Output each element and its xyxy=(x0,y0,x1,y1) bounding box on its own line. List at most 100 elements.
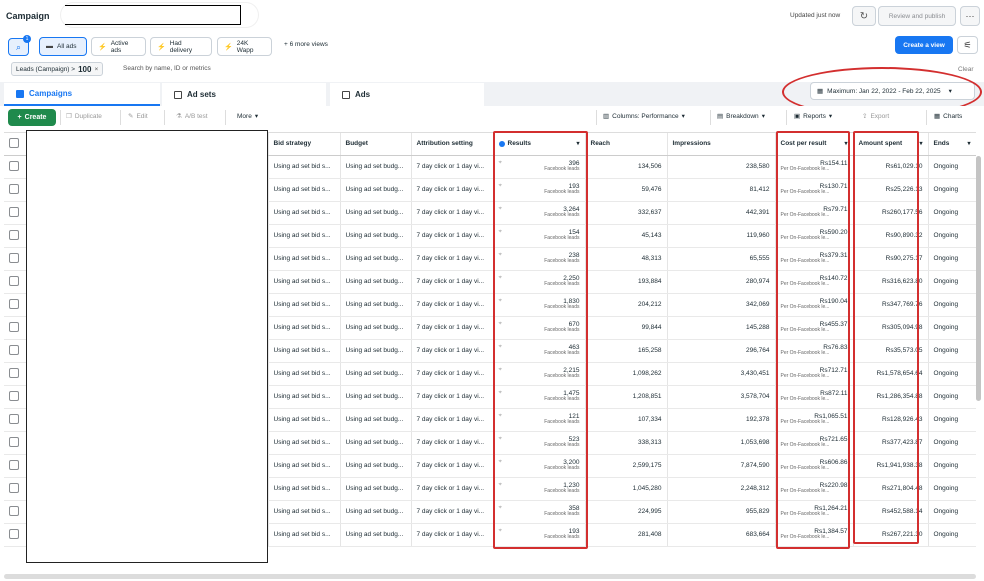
ad-set-icon xyxy=(174,90,182,99)
row-checkbox[interactable] xyxy=(9,482,19,493)
row-checkbox[interactable] xyxy=(9,252,19,263)
bid-strategy-header[interactable]: Bid strategy xyxy=(268,133,341,156)
copy-icon: ❐ xyxy=(66,113,72,120)
row-checkbox[interactable] xyxy=(9,505,19,516)
row-select-cell[interactable] xyxy=(4,201,27,225)
row-select-cell[interactable] xyxy=(4,523,27,547)
row-checkbox[interactable] xyxy=(9,367,19,378)
reach-cell: 281,408 xyxy=(585,523,668,547)
ad-icon xyxy=(342,90,350,99)
tab-ad-sets[interactable]: Ad sets xyxy=(162,83,326,106)
row-select-cell[interactable] xyxy=(4,362,27,386)
ends-cell: Ongoing xyxy=(928,155,976,179)
view-active-ads[interactable]: ⚡ Active ads xyxy=(91,37,146,56)
view-all-ads[interactable]: ▬ All ads xyxy=(39,37,87,56)
impressions-header[interactable]: Impressions xyxy=(667,133,776,156)
search-input[interactable]: Search by name, ID or metrics xyxy=(123,65,211,72)
close-icon[interactable]: × xyxy=(94,66,98,73)
clear-filters-link[interactable]: Clear xyxy=(958,66,974,73)
row-select-cell[interactable] xyxy=(4,247,27,271)
row-checkbox[interactable] xyxy=(9,206,19,217)
export-button[interactable]: ⇪ Export xyxy=(862,112,889,121)
create-button[interactable]: + Create xyxy=(8,109,56,126)
ends-cell: Ongoing xyxy=(928,339,976,363)
row-select-cell[interactable] xyxy=(4,454,27,478)
impressions-cell: 3,578,704 xyxy=(667,385,776,409)
attribution-cell: 7 day click or 1 day vi... xyxy=(411,431,494,455)
row-select-cell[interactable] xyxy=(4,500,27,524)
chevron-down-icon: ▾ xyxy=(681,113,685,120)
columns-dropdown[interactable]: ▥ Columns: Performance ▾ xyxy=(603,112,685,121)
row-checkbox[interactable] xyxy=(9,413,19,424)
row-checkbox[interactable] xyxy=(9,229,19,240)
row-checkbox[interactable] xyxy=(9,183,19,194)
charts-button[interactable]: ▦ Charts xyxy=(934,112,962,121)
row-select-cell[interactable] xyxy=(4,339,27,363)
attribution-header[interactable]: Attribution setting xyxy=(411,133,494,156)
row-checkbox[interactable] xyxy=(9,298,19,309)
impressions-cell: 296,764 xyxy=(667,339,776,363)
view-24k-wapp[interactable]: ⚡ 24K Wapp xyxy=(217,37,272,56)
filter-tag[interactable]: Leads (Campaign) > 100 × xyxy=(11,62,104,76)
create-view-button[interactable]: Create a view xyxy=(895,36,953,54)
horizontal-scrollbar[interactable] xyxy=(4,574,976,579)
row-checkbox[interactable] xyxy=(9,160,19,171)
reach-cell: 338,313 xyxy=(585,431,668,455)
reach-cell: 332,637 xyxy=(585,201,668,225)
ends-header[interactable]: Ends ▾ xyxy=(928,133,976,156)
attribution-cell: 7 day click or 1 day vi... xyxy=(411,454,494,478)
ab-test-button[interactable]: ⚗ A/B test xyxy=(176,112,208,121)
more-views-link[interactable]: + 6 more views xyxy=(284,41,328,48)
row-select-cell[interactable] xyxy=(4,155,27,179)
reach-header[interactable]: Reach xyxy=(585,133,668,156)
divider xyxy=(164,110,165,125)
ab-test-label: A/B test xyxy=(184,112,208,120)
view-settings-button[interactable]: ⚟ xyxy=(957,36,978,54)
refresh-button[interactable]: ↻ xyxy=(852,6,876,26)
review-publish-button[interactable]: Review and publish xyxy=(878,6,956,26)
budget-cell: Using ad set budg... xyxy=(340,178,412,202)
breakdown-dropdown[interactable]: ▤ Breakdown ▾ xyxy=(717,112,765,121)
select-all-checkbox[interactable] xyxy=(9,137,19,148)
bid-strategy-cell: Using ad set bid s... xyxy=(268,408,341,432)
row-select-cell[interactable] xyxy=(4,408,27,432)
row-select-cell[interactable] xyxy=(4,270,27,294)
tab-campaigns[interactable]: Campaigns xyxy=(4,83,160,106)
bid-strategy-cell: Using ad set bid s... xyxy=(268,339,341,363)
more-options-button[interactable]: ··· xyxy=(960,6,980,26)
duplicate-button[interactable]: ❐ Duplicate xyxy=(66,112,102,121)
row-checkbox[interactable] xyxy=(9,436,19,447)
row-checkbox[interactable] xyxy=(9,321,19,332)
search-filter-count-badge: 1 xyxy=(23,35,31,43)
ends-cell: Ongoing xyxy=(928,362,976,386)
row-select-cell[interactable] xyxy=(4,431,27,455)
vertical-scrollbar[interactable] xyxy=(976,156,981,401)
budget-header[interactable]: Budget xyxy=(340,133,412,156)
row-select-cell[interactable] xyxy=(4,477,27,501)
row-checkbox[interactable] xyxy=(9,390,19,401)
reports-dropdown[interactable]: ▣ Reports ▾ xyxy=(794,112,832,121)
bid-strategy-cell: Using ad set bid s... xyxy=(268,178,341,202)
lightning-icon: ⚡ xyxy=(224,43,233,51)
row-select-cell[interactable] xyxy=(4,224,27,248)
bid-strategy-cell: Using ad set bid s... xyxy=(268,316,341,340)
select-all-cell[interactable] xyxy=(4,133,27,156)
attribution-cell: 7 day click or 1 day vi... xyxy=(411,523,494,547)
row-select-cell[interactable] xyxy=(4,178,27,202)
row-checkbox[interactable] xyxy=(9,344,19,355)
more-actions-button[interactable]: More ▾ xyxy=(237,112,258,121)
budget-cell: Using ad set budg... xyxy=(340,408,412,432)
ends-cell: Ongoing xyxy=(928,201,976,225)
view-had-delivery[interactable]: ⚡ Had delivery xyxy=(150,37,212,56)
ends-cell: Ongoing xyxy=(928,477,976,501)
edit-button[interactable]: ✎ Edit xyxy=(128,112,148,121)
row-select-cell[interactable] xyxy=(4,316,27,340)
impressions-cell: 2,248,312 xyxy=(667,477,776,501)
row-select-cell[interactable] xyxy=(4,293,27,317)
row-select-cell[interactable] xyxy=(4,385,27,409)
row-checkbox[interactable] xyxy=(9,459,19,470)
row-checkbox[interactable] xyxy=(9,275,19,286)
reach-cell: 107,334 xyxy=(585,408,668,432)
tab-ads[interactable]: Ads xyxy=(330,83,484,106)
row-checkbox[interactable] xyxy=(9,528,19,539)
